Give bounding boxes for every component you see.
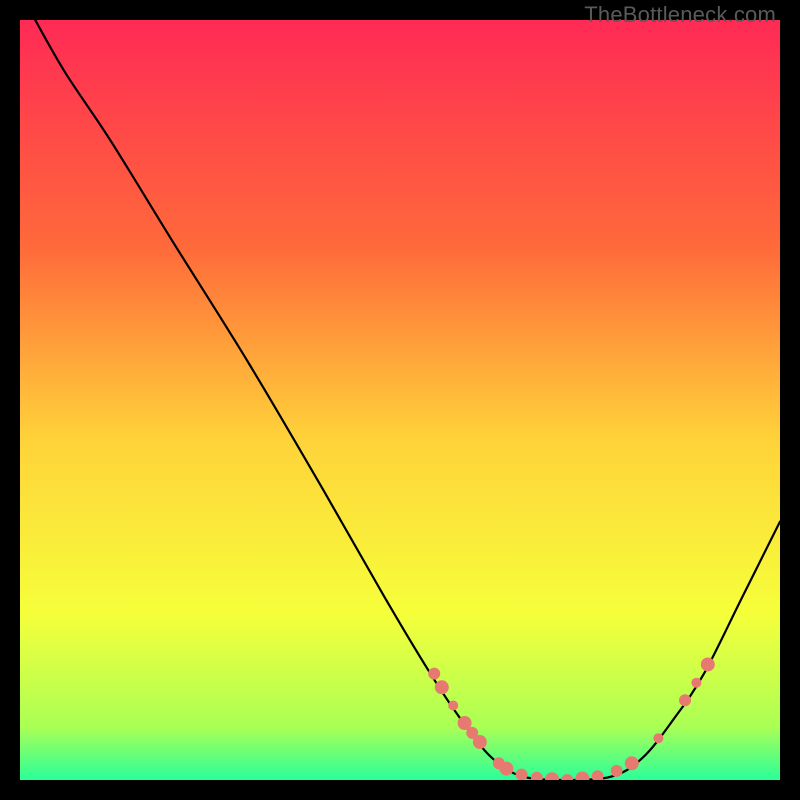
data-marker bbox=[499, 762, 513, 776]
bottleneck-chart bbox=[20, 20, 780, 780]
data-marker bbox=[691, 678, 701, 688]
data-marker bbox=[653, 733, 663, 743]
chart-frame bbox=[20, 20, 780, 780]
data-marker bbox=[611, 765, 623, 777]
data-marker bbox=[435, 680, 449, 694]
gradient-background bbox=[20, 20, 780, 780]
watermark-text: TheBottleneck.com bbox=[584, 2, 776, 28]
data-marker bbox=[625, 756, 639, 770]
data-marker bbox=[679, 694, 691, 706]
data-marker bbox=[473, 735, 487, 749]
data-marker bbox=[701, 657, 715, 671]
data-marker bbox=[428, 668, 440, 680]
data-marker bbox=[448, 701, 458, 711]
